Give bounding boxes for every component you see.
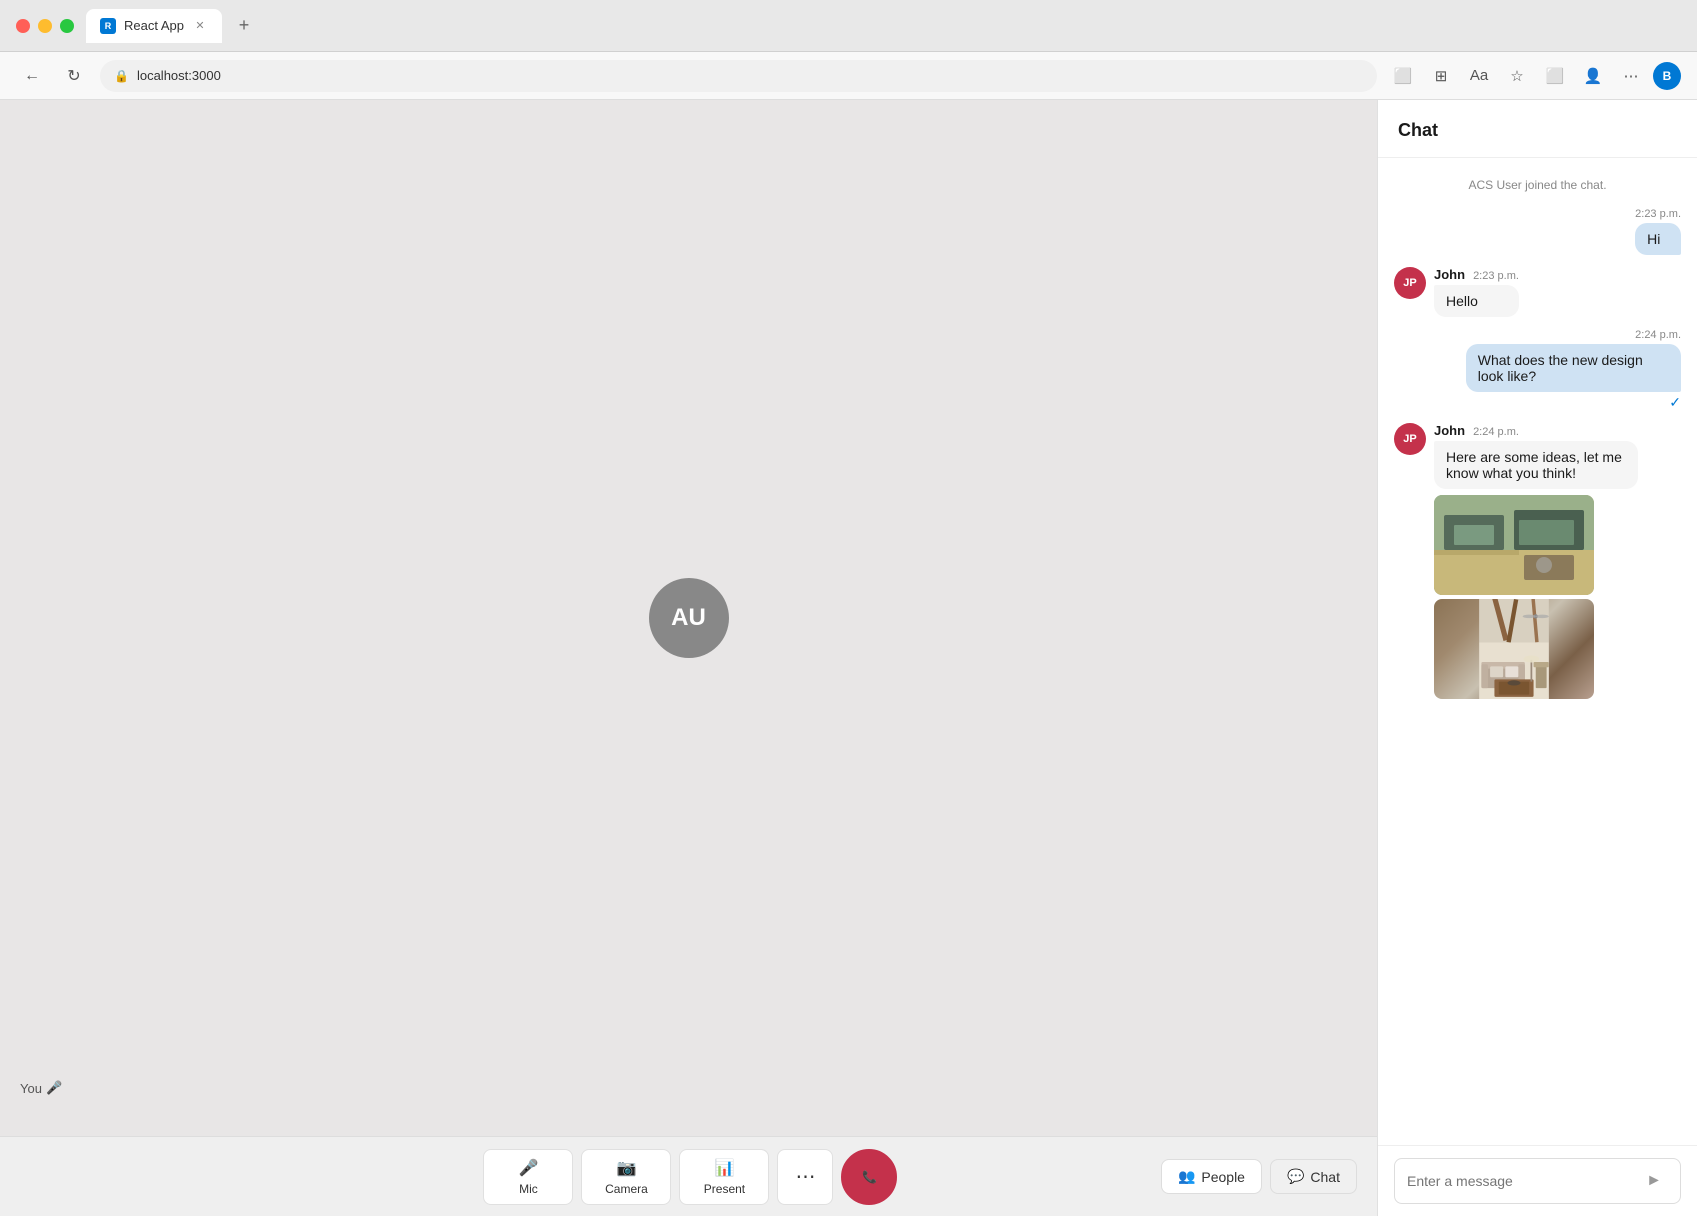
message-4-bubble: Here are some ideas, let me know what yo… [1434, 441, 1638, 489]
minimize-window-button[interactable] [38, 19, 52, 33]
translate-icon[interactable]: Aa [1463, 60, 1495, 92]
message-2-sender: John [1434, 267, 1465, 282]
chat-messages: ACS User joined the chat. 2:23 p.m. Hi J… [1378, 158, 1697, 1145]
message-1-time: 2:23 p.m. [1635, 208, 1681, 220]
back-button[interactable]: ← [16, 60, 48, 92]
controls-center: 🎤 Mic 📷 Camera 📊 Present ⋯ 📞 [483, 1149, 897, 1205]
camera-button[interactable]: 📷 Camera [581, 1149, 671, 1205]
camera-icon: 📷 [617, 1158, 637, 1178]
message-3: 2:24 p.m. What does the new design look … [1466, 329, 1681, 411]
mic-button[interactable]: 🎤 Mic [483, 1149, 573, 1205]
present-icon: 📊 [715, 1158, 735, 1178]
living-image[interactable] [1434, 599, 1594, 699]
controls-bar: 🎤 Mic 📷 Camera 📊 Present ⋯ 📞 [0, 1136, 1377, 1216]
chat-input-wrapper: ► [1394, 1158, 1681, 1204]
chat-message-input[interactable] [1407, 1173, 1632, 1189]
message-1-bubble: Hi [1635, 223, 1681, 255]
lock-icon: 🔒 [114, 69, 129, 83]
message-2-time: 2:23 p.m. [1473, 270, 1519, 282]
panel-buttons: 👥 People 💬 Chat [1161, 1159, 1357, 1194]
tab-favicon: R [100, 18, 116, 34]
people-panel-button[interactable]: 👥 People [1161, 1159, 1262, 1194]
video-area: AU You 🎤 🎤 Mic 📷 Camera [0, 100, 1377, 1216]
chat-title: Chat [1398, 120, 1438, 140]
video-main: AU [0, 100, 1377, 1136]
you-label: You 🎤 [20, 1080, 62, 1096]
message-4-content: John 2:24 p.m. Here are some ideas, let … [1434, 423, 1638, 699]
muted-icon: 🎤 [46, 1080, 62, 1096]
split-view-icon[interactable]: ⬜ [1539, 60, 1571, 92]
reload-button[interactable]: ↻ [58, 60, 90, 92]
browser-titlebar: R React App ✕ + [0, 0, 1697, 52]
message-3-read: ✓ [1466, 394, 1681, 411]
user-profile-button[interactable]: B [1653, 62, 1681, 90]
close-window-button[interactable] [16, 19, 30, 33]
present-label: Present [704, 1182, 745, 1196]
chat-header: Chat [1378, 100, 1697, 158]
new-tab-button[interactable]: + [230, 12, 258, 40]
message-4-images [1434, 495, 1638, 699]
app-content: AU You 🎤 🎤 Mic 📷 Camera [0, 100, 1697, 1216]
message-3-time: 2:24 p.m. [1466, 329, 1681, 341]
message-4: JP John 2:24 p.m. Here are some ideas, l… [1394, 423, 1638, 699]
profiles-icon[interactable]: 👤 [1577, 60, 1609, 92]
tab-bar: R React App ✕ + [86, 9, 1681, 43]
people-label: People [1201, 1169, 1245, 1185]
more-options-icon[interactable]: ⋯ [1615, 60, 1647, 92]
active-tab[interactable]: R React App ✕ [86, 9, 222, 43]
system-message: ACS User joined the chat. [1394, 174, 1681, 196]
kitchen-image[interactable] [1434, 495, 1594, 595]
tab-title: React App [124, 18, 184, 33]
browser-window: R React App ✕ + ← ↻ 🔒 localhost:3000 ⬜ ⊞… [0, 0, 1697, 1216]
message-2-avatar: JP [1394, 267, 1426, 299]
message-2-content: John 2:23 p.m. Hello [1434, 267, 1519, 317]
browser-toolbar: ← ↻ 🔒 localhost:3000 ⬜ ⊞ Aa ☆ ⬜ 👤 ⋯ B [0, 52, 1697, 100]
present-button[interactable]: 📊 Present [679, 1149, 769, 1205]
message-2-bubble: Hello [1434, 285, 1519, 317]
message-1: 2:23 p.m. Hi [1635, 208, 1681, 255]
end-call-icon: 📞 [862, 1170, 877, 1184]
message-4-avatar: JP [1394, 423, 1426, 455]
traffic-lights [16, 19, 74, 33]
send-message-button[interactable]: ► [1640, 1167, 1668, 1195]
chat-panel: Chat ACS User joined the chat. 2:23 p.m.… [1377, 100, 1697, 1216]
screenshare-icon[interactable]: ⬜ [1387, 60, 1419, 92]
chat-panel-button[interactable]: 💬 Chat [1270, 1159, 1357, 1194]
people-icon: 👥 [1178, 1168, 1195, 1185]
tab-close-button[interactable]: ✕ [192, 18, 208, 34]
camera-label: Camera [605, 1182, 648, 1196]
message-2-sender-line: John 2:23 p.m. [1434, 267, 1519, 282]
extensions-icon[interactable]: ⊞ [1425, 60, 1457, 92]
favorites-icon[interactable]: ☆ [1501, 60, 1533, 92]
message-4-sender-line: John 2:24 p.m. [1434, 423, 1638, 438]
mic-label: Mic [519, 1182, 538, 1196]
end-call-button[interactable]: 📞 [841, 1149, 897, 1205]
chat-label: Chat [1310, 1169, 1340, 1185]
more-options-button[interactable]: ⋯ [777, 1149, 833, 1205]
message-4-time: 2:24 p.m. [1473, 426, 1519, 438]
chat-icon: 💬 [1287, 1168, 1304, 1185]
message-2: JP John 2:23 p.m. Hello [1394, 267, 1519, 317]
chat-input-area: ► [1378, 1145, 1697, 1216]
message-3-bubble: What does the new design look like? [1466, 344, 1681, 392]
participant-avatar: AU [649, 578, 729, 658]
address-bar[interactable]: 🔒 localhost:3000 [100, 60, 1377, 92]
toolbar-actions: ⬜ ⊞ Aa ☆ ⬜ 👤 ⋯ B [1387, 60, 1681, 92]
mic-icon: 🎤 [519, 1158, 539, 1178]
message-4-sender: John [1434, 423, 1465, 438]
maximize-window-button[interactable] [60, 19, 74, 33]
address-text: localhost:3000 [137, 68, 221, 83]
